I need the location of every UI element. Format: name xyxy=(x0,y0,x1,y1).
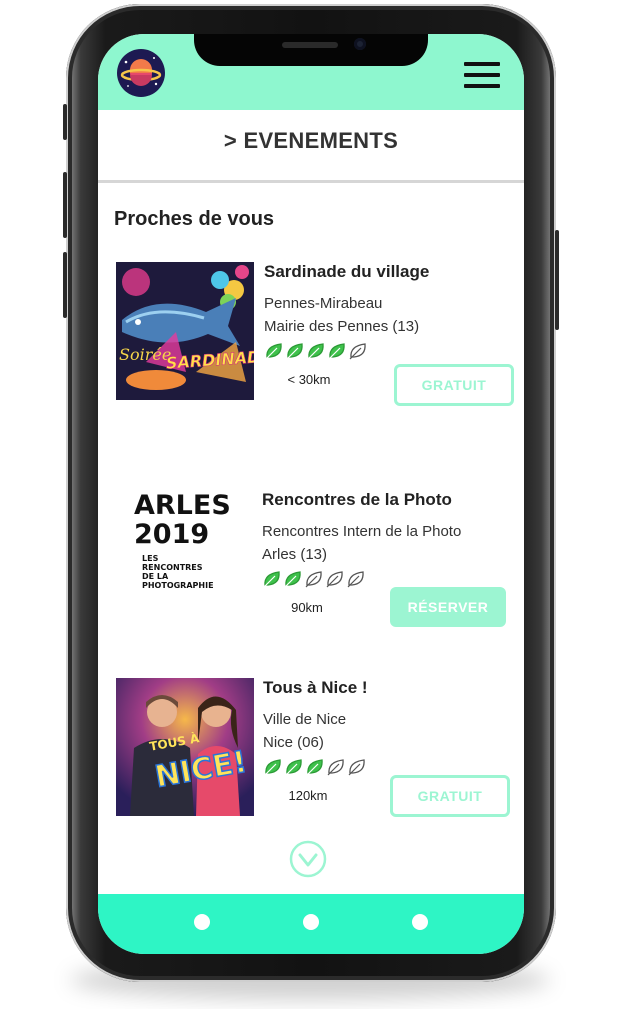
event-card-sardinade[interactable]: Soirée SARDINADE Sardinade du village Pe… xyxy=(98,262,524,412)
speaker xyxy=(282,42,338,48)
svg-text:DE LA: DE LA xyxy=(142,572,169,581)
silent-switch xyxy=(63,104,67,140)
event-venue: Nice (06) xyxy=(263,734,324,751)
eco-rating xyxy=(262,570,367,588)
event-thumbnail-sardinade[interactable]: Soirée SARDINADE xyxy=(116,262,254,400)
event-venue: Mairie des Pennes (13) xyxy=(264,318,420,335)
phone-screen: > EVENEMENTS Proches de vous Soirée SARD… xyxy=(98,34,524,954)
event-distance: 90km xyxy=(291,600,323,615)
volume-up-button xyxy=(63,172,67,238)
event-title[interactable]: Sardinade du village xyxy=(264,262,429,282)
nav-dot-1[interactable] xyxy=(194,914,210,930)
leaf-full-icon xyxy=(284,571,301,588)
leaf-full-icon xyxy=(307,343,324,360)
event-city: Pennes-Mirabeau xyxy=(264,295,383,312)
svg-text:2019: 2019 xyxy=(134,519,209,550)
leaf-full-icon xyxy=(263,571,280,588)
front-camera xyxy=(354,38,366,50)
event-cta-button[interactable]: RÉSERVER xyxy=(390,587,506,627)
leaf-empty-icon xyxy=(327,759,344,776)
svg-text:Soirée: Soirée xyxy=(119,345,171,364)
eco-rating xyxy=(264,342,369,360)
event-cta-button[interactable]: GRATUIT xyxy=(390,775,510,817)
leaf-empty-icon xyxy=(348,759,365,776)
event-title[interactable]: Rencontres de la Photo xyxy=(262,490,452,510)
chevron-down-circle-icon[interactable] xyxy=(289,840,327,878)
volume-down-button xyxy=(63,252,67,318)
svg-text:LES: LES xyxy=(142,554,159,563)
bottom-nav xyxy=(98,894,524,954)
event-venue: Arles (13) xyxy=(262,546,328,563)
event-distance: < 30km xyxy=(287,372,331,387)
event-title[interactable]: Tous à Nice ! xyxy=(263,678,368,698)
svg-text:RENCONTRES: RENCONTRES xyxy=(142,563,203,572)
nav-dot-2[interactable] xyxy=(303,914,319,930)
leaf-empty-icon xyxy=(349,343,366,360)
leaf-full-icon xyxy=(265,343,282,360)
event-city: Ville de Nice xyxy=(263,711,347,728)
nav-dot-3[interactable] xyxy=(412,914,428,930)
event-card-arles[interactable]: ARLES 2019 LES RENCONTRES DE LA PHOTOGRA… xyxy=(98,490,524,640)
leaf-full-icon xyxy=(264,759,281,776)
phone-notch xyxy=(194,34,428,66)
planet-logo-icon[interactable] xyxy=(116,48,166,98)
event-card-nice[interactable]: TOUS À NICE! Tous à Nice ! Ville de Nice… xyxy=(98,678,524,828)
leaf-full-icon xyxy=(285,759,302,776)
section-title: Proches de vous xyxy=(114,208,275,230)
hamburger-menu-icon[interactable] xyxy=(464,62,500,88)
leaf-full-icon xyxy=(328,343,345,360)
leaf-empty-icon xyxy=(305,571,322,588)
power-button xyxy=(555,230,559,330)
eco-rating xyxy=(263,758,368,776)
leaf-empty-icon xyxy=(326,571,343,588)
event-thumbnail-nice[interactable]: TOUS À NICE! xyxy=(116,678,254,816)
event-thumbnail-arles[interactable]: ARLES 2019 LES RENCONTRES DE LA PHOTOGRA… xyxy=(116,490,254,628)
event-distance: 120km xyxy=(288,788,328,803)
svg-text:ARLES: ARLES xyxy=(134,490,231,521)
leaf-full-icon xyxy=(286,343,303,360)
page-title: > EVENEMENTS xyxy=(223,128,399,153)
leaf-empty-icon xyxy=(347,571,364,588)
title-divider xyxy=(98,180,524,183)
leaf-full-icon xyxy=(306,759,323,776)
event-cta-button[interactable]: GRATUIT xyxy=(394,364,514,406)
event-city: Rencontres Intern de la Photo xyxy=(262,523,462,540)
svg-text:PHOTOGRAPHIE: PHOTOGRAPHIE xyxy=(142,581,214,590)
